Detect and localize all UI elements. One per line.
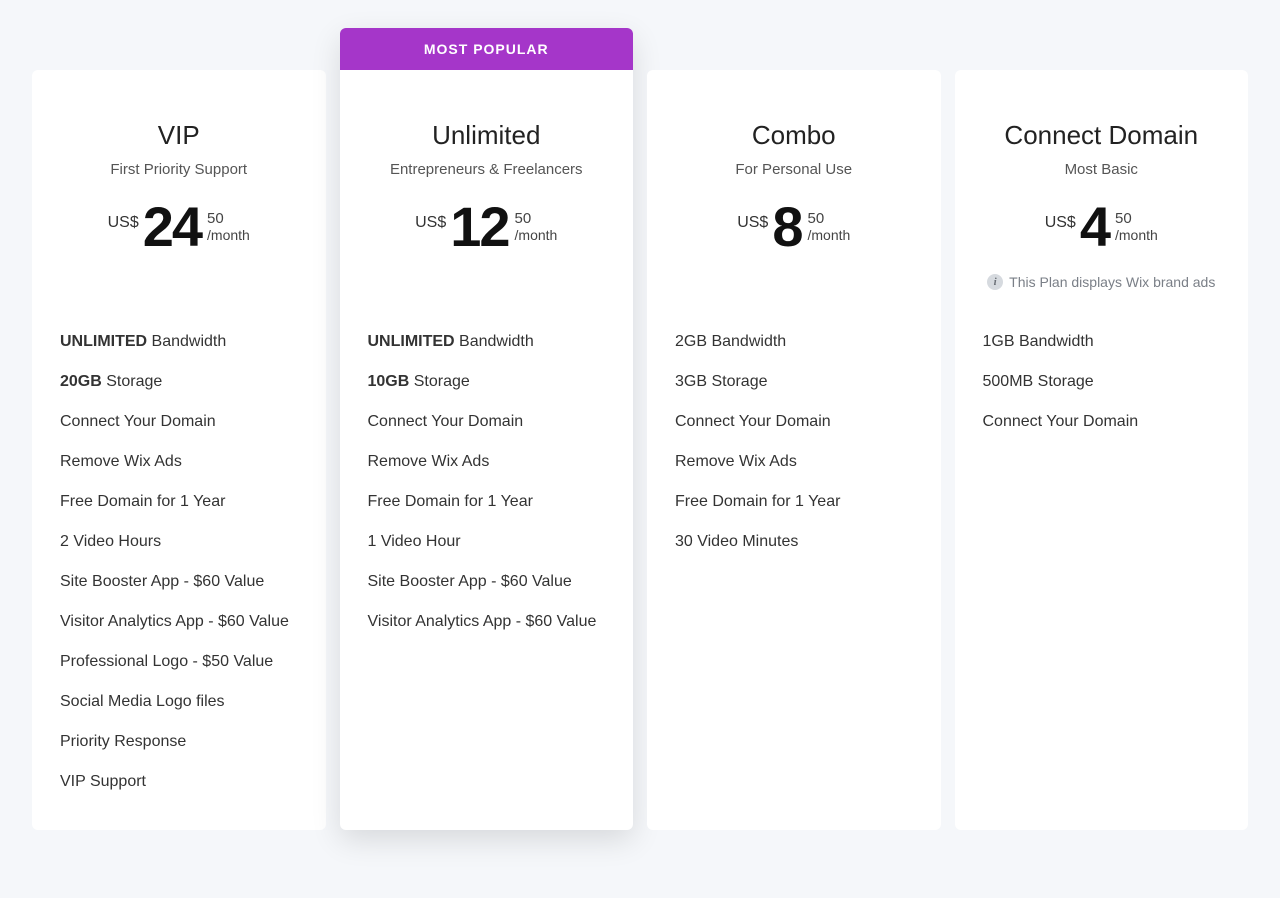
price: US$850/month [675, 202, 913, 252]
feature-bold: UNLIMITED [368, 333, 455, 350]
feature-item: Site Booster App - $60 Value [368, 562, 606, 602]
plan-head: Connect DomainMost BasicUS$450/month [983, 120, 1221, 252]
info-icon: i [987, 274, 1003, 290]
feature-rest: Bandwidth [455, 333, 534, 350]
currency: US$ [108, 214, 139, 232]
plan-subtitle: Most Basic [983, 161, 1221, 178]
feature-item: UNLIMITED Bandwidth [368, 322, 606, 362]
cents: 50 [1115, 210, 1132, 227]
feature-list: UNLIMITED Bandwidth20GB StorageConnect Y… [60, 322, 298, 802]
currency: US$ [737, 214, 768, 232]
feature-item: Priority Response [60, 722, 298, 762]
plan-subtitle: First Priority Support [60, 161, 298, 178]
plan-title: Connect Domain [983, 120, 1221, 151]
feature-item: 2GB Bandwidth [675, 322, 913, 362]
feature-item: Connect Your Domain [983, 402, 1221, 442]
per-period: /month [1115, 227, 1158, 243]
plan-note: i This Plan displays Wix brand ads [983, 274, 1221, 290]
feature-item: Free Domain for 1 Year [368, 482, 606, 522]
plan-title: Unlimited [368, 120, 606, 151]
feature-rest: Storage [102, 373, 162, 390]
feature-list: 2GB Bandwidth3GB StorageConnect Your Dom… [675, 322, 913, 562]
currency: US$ [1045, 214, 1076, 232]
plan-subtitle: Entrepreneurs & Freelancers [368, 161, 606, 178]
feature-item: Connect Your Domain [675, 402, 913, 442]
amount: 12 [450, 202, 508, 252]
feature-bold: UNLIMITED [60, 333, 147, 350]
most-popular-banner: MOST POPULAR [340, 28, 634, 70]
price-right: 50/month [207, 210, 250, 243]
feature-item: VIP Support [60, 762, 298, 802]
per-period: /month [515, 227, 558, 243]
feature-item: UNLIMITED Bandwidth [60, 322, 298, 362]
price: US$2450/month [60, 202, 298, 252]
feature-item: Remove Wix Ads [60, 442, 298, 482]
price-right: 50/month [515, 210, 558, 243]
feature-item: 1GB Bandwidth [983, 322, 1221, 362]
feature-item: Visitor Analytics App - $60 Value [60, 602, 298, 642]
amount: 8 [772, 202, 801, 252]
per-period: /month [807, 227, 850, 243]
plan-card-combo[interactable]: ComboFor Personal UseUS$850/month2GB Ban… [647, 70, 941, 830]
feature-item: Site Booster App - $60 Value [60, 562, 298, 602]
plan-note-text: This Plan displays Wix brand ads [1009, 274, 1215, 290]
plan-head: ComboFor Personal UseUS$850/month [675, 120, 913, 252]
feature-list: 1GB Bandwidth500MB StorageConnect Your D… [983, 322, 1221, 442]
price-right: 50/month [1115, 210, 1158, 243]
feature-item: Connect Your Domain [368, 402, 606, 442]
plan-subtitle: For Personal Use [675, 161, 913, 178]
plan-head: VIPFirst Priority SupportUS$2450/month [60, 120, 298, 252]
amount: 24 [143, 202, 201, 252]
plan-card-unlimited[interactable]: MOST POPULAR Unlimited Entrepreneurs & Fre… [340, 28, 634, 830]
feature-bold: 10GB [368, 373, 410, 390]
cents: 50 [515, 210, 532, 227]
feature-item: 500MB Storage [983, 362, 1221, 402]
plan-card-connect[interactable]: Connect DomainMost BasicUS$450/monthiThi… [955, 70, 1249, 830]
feature-item: Connect Your Domain [60, 402, 298, 442]
feature-item: Social Media Logo files [60, 682, 298, 722]
feature-item: 10GB Storage [368, 362, 606, 402]
feature-item: Remove Wix Ads [368, 442, 606, 482]
plans-row: VIPFirst Priority SupportUS$2450/monthUN… [32, 28, 1248, 830]
feature-item: 30 Video Minutes [675, 522, 913, 562]
plan-title: VIP [60, 120, 298, 151]
amount: 4 [1080, 202, 1109, 252]
price: US$450/month [983, 202, 1221, 252]
feature-item: Free Domain for 1 Year [675, 482, 913, 522]
feature-item: Professional Logo - $50 Value [60, 642, 298, 682]
feature-item: Visitor Analytics App - $60 Value [368, 602, 606, 642]
plan-card-vip[interactable]: VIPFirst Priority SupportUS$2450/monthUN… [32, 70, 326, 830]
feature-item: 20GB Storage [60, 362, 298, 402]
feature-rest: Bandwidth [147, 333, 226, 350]
feature-item: 3GB Storage [675, 362, 913, 402]
pricing-page: VIPFirst Priority SupportUS$2450/monthUN… [0, 0, 1280, 898]
feature-item: 1 Video Hour [368, 522, 606, 562]
feature-item: Remove Wix Ads [675, 442, 913, 482]
price: US$1250/month [368, 202, 606, 252]
plan-title: Combo [675, 120, 913, 151]
currency: US$ [415, 214, 446, 232]
feature-list: UNLIMITED Bandwidth10GB StorageConnect Y… [368, 322, 606, 642]
feature-item: Free Domain for 1 Year [60, 482, 298, 522]
feature-rest: Storage [409, 373, 469, 390]
cents: 50 [207, 210, 224, 227]
feature-item: 2 Video Hours [60, 522, 298, 562]
cents: 50 [807, 210, 824, 227]
price-right: 50/month [807, 210, 850, 243]
per-period: /month [207, 227, 250, 243]
feature-bold: 20GB [60, 373, 102, 390]
plan-head: Unlimited Entrepreneurs & Freelancers US$1… [368, 120, 606, 252]
